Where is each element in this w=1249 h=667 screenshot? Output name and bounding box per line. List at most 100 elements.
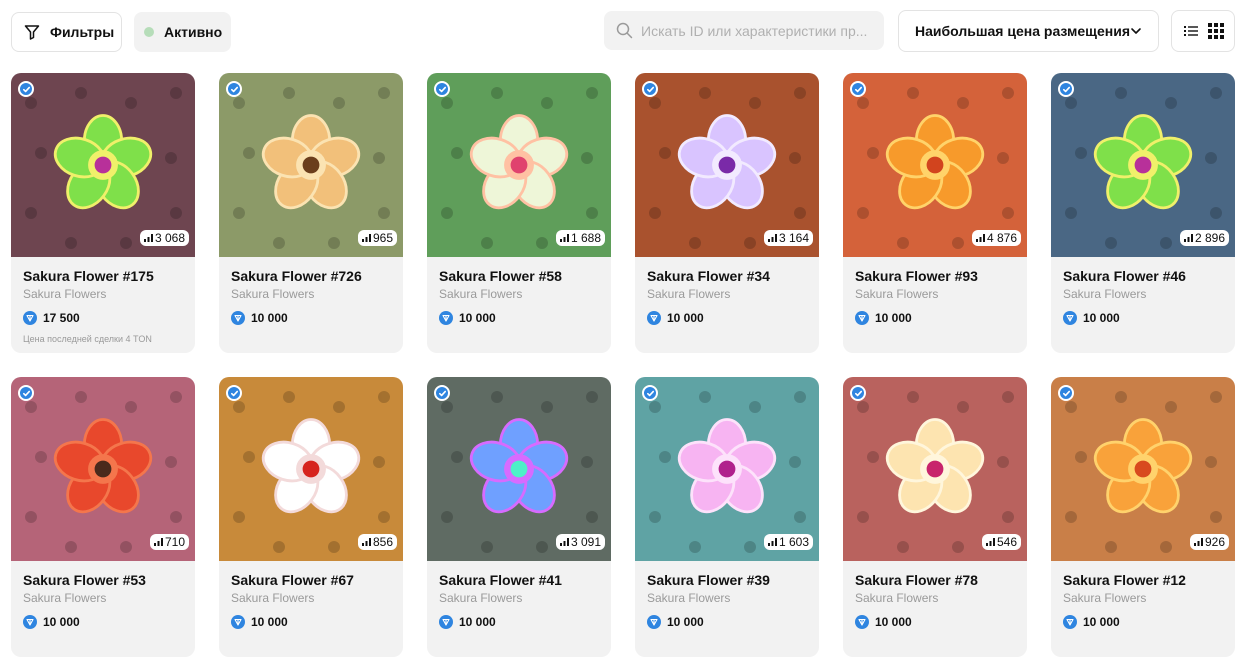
list-view-icon[interactable] (1179, 19, 1203, 43)
toolbar: Фильтры Активно Наибольшая цена размещен… (0, 0, 1249, 64)
view-count: 856 (372, 535, 393, 549)
item-card[interactable]: 546 Sakura Flower #78 Sakura Flowers 10 … (843, 377, 1027, 657)
item-card[interactable]: 965 Sakura Flower #726 Sakura Flowers 10… (219, 73, 403, 353)
item-card[interactable]: 3 068 Sakura Flower #175 Sakura Flowers … (11, 73, 195, 353)
verified-badge-icon (1058, 81, 1074, 97)
item-image: 3 091 (427, 377, 611, 561)
item-image: 856 (219, 377, 403, 561)
flower-icon (261, 418, 361, 514)
item-image: 965 (219, 73, 403, 257)
item-title: Sakura Flower #53 (23, 572, 146, 588)
item-collection: Sakura Flowers (1063, 287, 1147, 301)
active-status-dot (144, 27, 154, 37)
last-deal-price: Цена последней сделки 4 TON (23, 334, 152, 344)
item-price-value: 10 000 (875, 615, 912, 629)
item-price-value: 10 000 (459, 311, 496, 325)
grid-view-icon[interactable] (1204, 19, 1228, 43)
item-collection: Sakura Flowers (231, 591, 315, 605)
view-count: 965 (372, 231, 393, 245)
flower-icon (885, 114, 985, 210)
item-card[interactable]: 710 Sakura Flower #53 Sakura Flowers 10 … (11, 377, 195, 657)
item-collection: Sakura Flowers (23, 591, 107, 605)
item-info: Sakura Flower #58 Sakura Flowers 10 000 (427, 257, 611, 326)
item-price: 10 000 (855, 310, 1015, 326)
view-count: 3 068 (154, 231, 185, 245)
verified-badge-icon (226, 81, 242, 97)
item-title: Sakura Flower #46 (1063, 268, 1186, 284)
filters-button-label: Фильтры (50, 24, 115, 40)
item-image: 546 (843, 377, 1027, 561)
flower-icon (53, 418, 153, 514)
item-collection: Sakura Flowers (1063, 591, 1147, 605)
ton-icon (23, 311, 37, 325)
item-title: Sakura Flower #12 (1063, 572, 1186, 588)
item-title: Sakura Flower #78 (855, 572, 978, 588)
item-collection: Sakura Flowers (647, 591, 731, 605)
ton-icon (647, 615, 661, 629)
item-price-value: 10 000 (667, 311, 704, 325)
item-card[interactable]: 2 896 Sakura Flower #46 Sakura Flowers 1… (1051, 73, 1235, 353)
flower-icon (261, 114, 361, 210)
view-count: 3 164 (778, 231, 809, 245)
stats-icon (985, 538, 995, 546)
verified-badge-icon (434, 385, 450, 401)
verified-badge-icon (1058, 385, 1074, 401)
item-image: 1 603 (635, 377, 819, 561)
item-info: Sakura Flower #41 Sakura Flowers 10 000 (427, 561, 611, 630)
view-count: 4 876 (986, 231, 1017, 245)
search-box[interactable] (604, 11, 884, 50)
item-price-value: 10 000 (1083, 615, 1120, 629)
item-title: Sakura Flower #41 (439, 572, 562, 588)
item-card[interactable]: 926 Sakura Flower #12 Sakura Flowers 10 … (1051, 377, 1235, 657)
item-card[interactable]: 1 603 Sakura Flower #39 Sakura Flowers 1… (635, 377, 819, 657)
item-collection: Sakura Flowers (439, 591, 523, 605)
item-info: Sakura Flower #175 Sakura Flowers 17 500… (11, 257, 195, 344)
item-info: Sakura Flower #78 Sakura Flowers 10 000 (843, 561, 1027, 630)
item-price-value: 17 500 (43, 311, 80, 325)
search-input[interactable] (641, 22, 867, 39)
item-price: 10 000 (439, 614, 599, 630)
view-count: 3 091 (570, 535, 601, 549)
flower-icon (677, 114, 777, 210)
filters-button[interactable]: Фильтры (11, 12, 122, 52)
stats-icon (143, 234, 153, 242)
view-count-badge: 3 068 (139, 230, 189, 246)
item-title: Sakura Flower #67 (231, 572, 354, 588)
item-price: 10 000 (231, 614, 391, 630)
stats-icon (559, 234, 569, 242)
item-price: 17 500 (23, 310, 183, 326)
view-count: 1 603 (778, 535, 809, 549)
item-image: 3 164 (635, 73, 819, 257)
stats-icon (361, 538, 371, 546)
ton-icon (439, 615, 453, 629)
flower-icon (677, 418, 777, 514)
item-card[interactable]: 3 164 Sakura Flower #34 Sakura Flowers 1… (635, 73, 819, 353)
item-info: Sakura Flower #93 Sakura Flowers 10 000 (843, 257, 1027, 326)
view-count-badge: 3 164 (763, 230, 813, 246)
item-price-value: 10 000 (43, 615, 80, 629)
flower-icon (1093, 114, 1193, 210)
item-price-value: 10 000 (251, 311, 288, 325)
view-count-badge: 856 (357, 534, 397, 550)
item-collection: Sakura Flowers (23, 287, 107, 301)
item-price: 10 000 (647, 614, 807, 630)
item-image: 3 068 (11, 73, 195, 257)
flower-icon (469, 418, 569, 514)
item-info: Sakura Flower #67 Sakura Flowers 10 000 (219, 561, 403, 630)
sort-dropdown[interactable]: Наибольшая цена размещения (898, 10, 1159, 52)
item-card[interactable]: 856 Sakura Flower #67 Sakura Flowers 10 … (219, 377, 403, 657)
view-count-badge: 2 896 (1179, 230, 1229, 246)
ton-icon (855, 311, 869, 325)
stats-icon (153, 538, 163, 546)
ton-icon (1063, 615, 1077, 629)
view-count-badge: 965 (357, 230, 397, 246)
item-card[interactable]: 4 876 Sakura Flower #93 Sakura Flowers 1… (843, 73, 1027, 353)
ton-icon (231, 311, 245, 325)
stats-icon (1183, 234, 1193, 242)
sort-dropdown-label: Наибольшая цена размещения (915, 23, 1130, 39)
item-card[interactable]: 1 688 Sakura Flower #58 Sakura Flowers 1… (427, 73, 611, 353)
item-collection: Sakura Flowers (231, 287, 315, 301)
item-card[interactable]: 3 091 Sakura Flower #41 Sakura Flowers 1… (427, 377, 611, 657)
item-info: Sakura Flower #12 Sakura Flowers 10 000 (1051, 561, 1235, 630)
active-status-chip[interactable]: Активно (134, 12, 231, 52)
